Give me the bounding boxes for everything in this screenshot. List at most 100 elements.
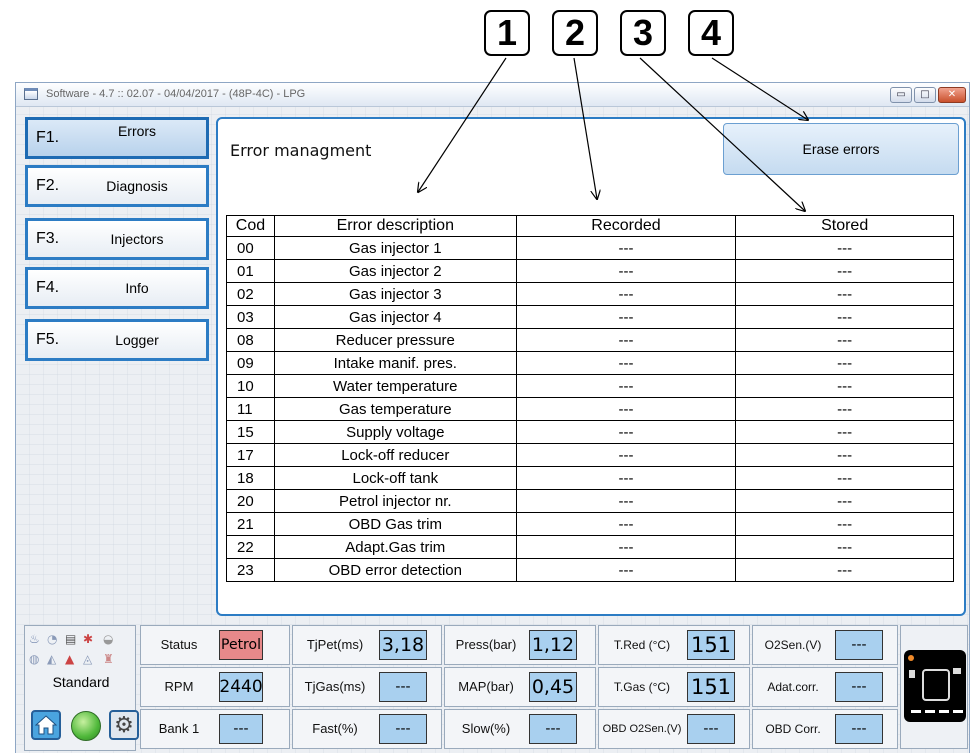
readout-status: Status Petrol bbox=[140, 625, 290, 665]
readout-label: T.Red (°C) bbox=[613, 638, 671, 652]
readout-bank: Bank 1 --- bbox=[140, 709, 290, 749]
home-button[interactable] bbox=[31, 710, 61, 740]
code-cell: 22 bbox=[226, 535, 275, 559]
code-cell: 08 bbox=[226, 328, 275, 352]
code-cell: 11 bbox=[226, 397, 275, 421]
sidebar-item-label: Logger bbox=[115, 332, 159, 348]
sidebar-item-label: Info bbox=[125, 280, 149, 296]
readout-value: 0,45 bbox=[529, 672, 577, 702]
stored-cell: --- bbox=[735, 259, 954, 283]
description-cell: Gas injector 1 bbox=[273, 236, 517, 260]
readout-slow: Slow(%) --- bbox=[444, 709, 596, 749]
readout-label: Fast(%) bbox=[312, 721, 358, 736]
error-table-body: 00 Gas injector 1 --- --- 01 Gas injector 2 --… bbox=[226, 236, 954, 582]
readout-label: MAP(bar) bbox=[458, 679, 514, 694]
stored-cell: --- bbox=[735, 351, 954, 375]
readout-fast: Fast(%) --- bbox=[292, 709, 442, 749]
readout-label: Press(bar) bbox=[455, 637, 517, 652]
sidebar-key: F5. bbox=[36, 331, 60, 348]
recorded-cell: --- bbox=[515, 420, 737, 444]
settings-button[interactable]: ⚙ bbox=[109, 710, 139, 740]
sidebar-item-injectors[interactable]: F3. Injectors bbox=[25, 218, 209, 260]
readout-label: OBD O2Sen.(V) bbox=[602, 723, 682, 735]
description-cell: Water temperature bbox=[273, 374, 517, 398]
engine-status-icon: ✱ bbox=[83, 632, 94, 646]
stored-cell: --- bbox=[735, 420, 954, 444]
readout-value: --- bbox=[529, 714, 577, 744]
sidebar-item-info[interactable]: F4. Info bbox=[25, 267, 209, 309]
table-row: 10 Water temperature --- --- bbox=[226, 374, 954, 398]
close-button[interactable]: ✕ bbox=[938, 87, 966, 103]
callout-1: 1 bbox=[484, 10, 530, 56]
table-row: 11 Gas temperature --- --- bbox=[226, 397, 954, 421]
readout-label: TjPet(ms) bbox=[306, 637, 364, 652]
readout-rpm: RPM 2440 bbox=[140, 667, 290, 707]
sidebar-key: F1. bbox=[36, 129, 60, 146]
sidebar-item-logger[interactable]: F5. Logger bbox=[25, 319, 209, 361]
car-status-icon: ◒ bbox=[103, 632, 114, 646]
recorded-cell: --- bbox=[515, 305, 737, 329]
client-area: F1. Errors F2. Diagnosis F3. Injectors F… bbox=[16, 107, 969, 753]
code-cell: 01 bbox=[226, 259, 275, 283]
recorded-cell: --- bbox=[515, 259, 737, 283]
readout-label: T.Gas (°C) bbox=[613, 680, 671, 694]
recorded-cell: --- bbox=[515, 535, 737, 559]
gauge-box bbox=[900, 625, 968, 749]
stored-cell: --- bbox=[735, 512, 954, 536]
recorded-cell: --- bbox=[515, 512, 737, 536]
screenshot-root: 1 2 3 4 Software - 4.7 :: 02.07 - 04/04/… bbox=[0, 0, 970, 753]
gear-icon: ⚙ bbox=[114, 712, 134, 738]
readout-label: Adat.corr. bbox=[767, 680, 819, 694]
status-strip: ♨ ◔ ▤ ✱ ◒ ◍ ◭ ▲ ◬ ♜ Standard ⚙ Status Pe… bbox=[24, 625, 968, 753]
sidebar-item-label: Diagnosis bbox=[106, 178, 168, 194]
recorded-cell: --- bbox=[515, 282, 737, 306]
maximize-button[interactable]: □ bbox=[914, 87, 936, 103]
readout-label: O2Sen.(V) bbox=[764, 638, 822, 652]
readout-label: RPM bbox=[164, 679, 194, 694]
table-row: 02 Gas injector 3 --- --- bbox=[226, 282, 954, 306]
stored-cell: --- bbox=[735, 558, 954, 582]
recorded-cell: --- bbox=[515, 397, 737, 421]
description-cell: OBD Gas trim bbox=[273, 512, 517, 536]
readout-tred: T.Red (°C) 151 bbox=[598, 625, 750, 665]
sidebar-item-diagnosis[interactable]: F2. Diagnosis bbox=[25, 165, 209, 207]
description-cell: Gas injector 3 bbox=[273, 282, 517, 306]
readout-obdo2: OBD O2Sen.(V) --- bbox=[598, 709, 750, 749]
error-table: Cod Error description Recorded Stored 00… bbox=[226, 215, 954, 582]
recorded-cell: --- bbox=[515, 374, 737, 398]
code-cell: 00 bbox=[226, 236, 275, 260]
readout-label: OBD Corr. bbox=[765, 722, 821, 736]
description-cell: Gas temperature bbox=[273, 397, 517, 421]
table-row: 22 Adapt.Gas trim --- --- bbox=[226, 535, 954, 559]
stored-cell: --- bbox=[735, 397, 954, 421]
readout-label: Status bbox=[160, 637, 198, 652]
title-bar: Software - 4.7 :: 02.07 - 04/04/2017 - (… bbox=[16, 83, 969, 107]
readout-value: 3,18 bbox=[379, 630, 427, 660]
table-row: 23 OBD error detection --- --- bbox=[226, 558, 954, 582]
erase-errors-button[interactable]: Erase errors bbox=[723, 123, 959, 175]
tank-status-icon: ◭ bbox=[47, 652, 57, 666]
readout-press: Press(bar) 1,12 bbox=[444, 625, 596, 665]
readout-value: --- bbox=[379, 672, 427, 702]
description-cell: Gas injector 4 bbox=[273, 305, 517, 329]
readout-tjgas: TjGas(ms) --- bbox=[292, 667, 442, 707]
description-cell: Gas injector 2 bbox=[273, 259, 517, 283]
readout-value: 1,12 bbox=[529, 630, 577, 660]
sidebar-item-errors[interactable]: F1. Errors bbox=[25, 117, 209, 159]
minimize-button[interactable]: ▭ bbox=[890, 87, 912, 103]
signal-status-icon: ◬ bbox=[83, 652, 93, 666]
home-icon bbox=[35, 715, 57, 735]
readout-value: --- bbox=[687, 714, 735, 744]
recorded-cell: --- bbox=[515, 466, 737, 490]
table-row: 08 Reducer pressure --- --- bbox=[226, 328, 954, 352]
table-row: 00 Gas injector 1 --- --- bbox=[226, 236, 954, 260]
code-cell: 23 bbox=[226, 558, 275, 582]
recorded-cell: --- bbox=[515, 236, 737, 260]
warning-status-icon: ▲ bbox=[65, 652, 75, 666]
recorded-cell: --- bbox=[515, 558, 737, 582]
description-cell: Intake manif. pres. bbox=[273, 351, 517, 375]
sidebar-key: F2. bbox=[36, 177, 60, 194]
stored-cell: --- bbox=[735, 236, 954, 260]
location-status-icon: ◍ bbox=[29, 652, 40, 666]
stored-cell: --- bbox=[735, 328, 954, 352]
